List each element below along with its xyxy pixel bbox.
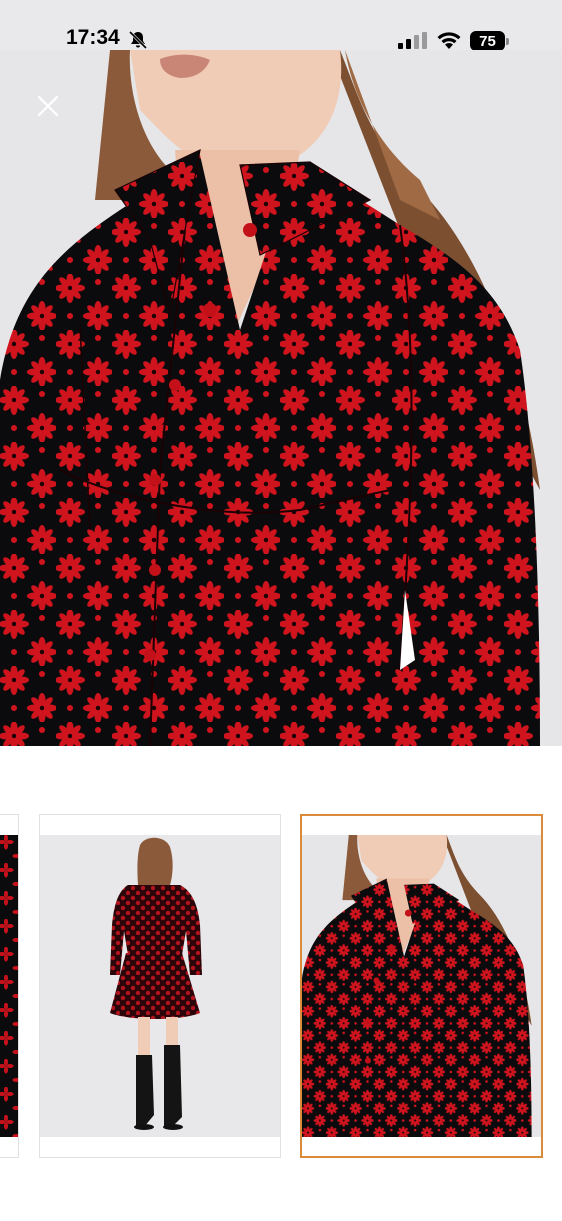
model-back-view xyxy=(40,835,280,1137)
bell-slash-icon xyxy=(128,30,148,50)
close-icon xyxy=(37,95,59,117)
model-shirt-closeup xyxy=(0,50,562,746)
signal-icon xyxy=(398,32,427,49)
thumbnail-strip[interactable] xyxy=(0,814,562,1160)
wifi-icon xyxy=(437,32,461,49)
model-shirt-closeup-thumb xyxy=(302,835,541,1137)
thumbnail-prev-partial[interactable] xyxy=(0,814,19,1158)
battery-level: 75 xyxy=(470,31,505,51)
thumbnail-back-view[interactable] xyxy=(39,814,281,1158)
thumbnail-front-closeup[interactable] xyxy=(300,814,543,1158)
main-product-image[interactable] xyxy=(0,50,562,746)
battery-icon: 75 xyxy=(470,31,509,51)
status-time: 17:34 xyxy=(66,26,120,49)
status-bar: 17:34 75 xyxy=(0,0,562,51)
close-button[interactable] xyxy=(30,88,66,124)
